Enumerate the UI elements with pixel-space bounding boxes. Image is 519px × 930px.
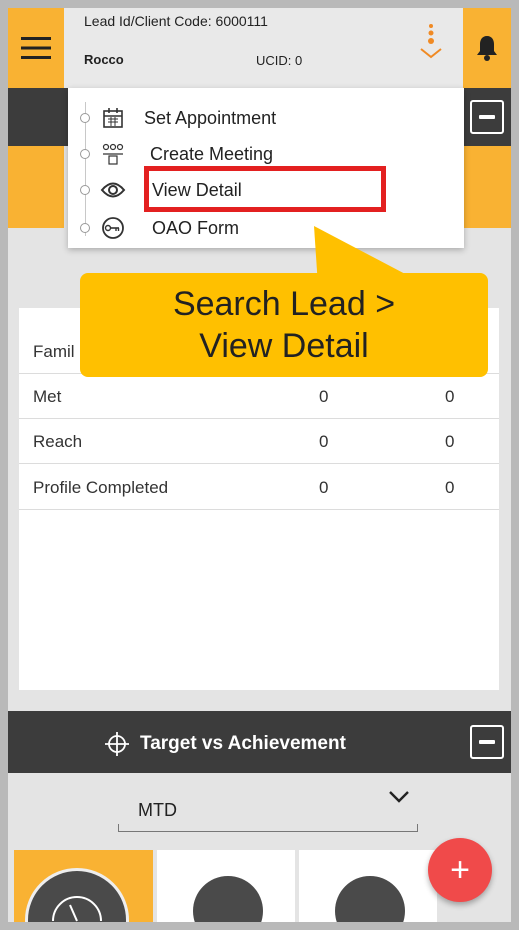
more-options-button[interactable] (418, 22, 444, 67)
menu-item-set-appointment[interactable]: Set Appointment (68, 100, 464, 136)
timeline-dot (80, 113, 90, 123)
row-value: 0 (445, 478, 455, 497)
row-label: Reach (33, 432, 83, 451)
row-label: Profile Completed (33, 478, 169, 497)
ucid-label: UCID: 0 (256, 53, 303, 68)
tile-3[interactable] (299, 850, 437, 922)
hamburger-icon (21, 37, 51, 59)
menu-item-label: OAO Form (152, 217, 240, 238)
tile-icon (193, 876, 263, 922)
calendar-icon (100, 105, 126, 131)
row-value: 0 (445, 432, 455, 451)
menu-item-label: Set Appointment (144, 107, 277, 128)
callout-line-1: Search Lead > (172, 285, 396, 323)
minus-icon (479, 740, 495, 744)
minus-icon (479, 115, 495, 119)
select-underline (118, 824, 418, 832)
bell-icon (477, 36, 497, 61)
timeline-dot (80, 185, 90, 195)
row-value: 0 (319, 432, 329, 451)
highlight-box (144, 166, 386, 212)
row-value: 0 (319, 387, 329, 406)
lead-actions-menu: Set Appointment Create Meeting View Deta… (68, 88, 464, 248)
target-collapse-button[interactable] (470, 725, 504, 759)
callout-line-2: View Detail (199, 327, 369, 365)
timeline-dot (80, 223, 90, 233)
app-header: Lead Id/Client Code: 6000111 Rocco UCID:… (8, 8, 511, 88)
plus-icon: + (450, 850, 470, 889)
period-select-value: MTD (138, 800, 177, 820)
lead-id-label: Lead Id/Client Code: 6000111 (84, 13, 268, 29)
hamburger-menu-button[interactable] (8, 8, 64, 88)
collapse-button[interactable] (470, 100, 504, 134)
dots-chevron-icon (420, 24, 442, 59)
row-value: 0 (445, 387, 455, 406)
client-name: Rocco (84, 52, 124, 67)
target-title-label: Target vs Achievement (140, 733, 346, 754)
notifications-button[interactable] (463, 8, 511, 88)
period-select[interactable]: MTD (118, 776, 418, 832)
row-value: 0 (319, 478, 329, 497)
table-row: Reach 0 0 (19, 420, 499, 464)
timeline-dot (80, 149, 90, 159)
tutorial-callout: Search Lead > View Detail (80, 273, 488, 377)
row-label: Met (33, 387, 62, 406)
tile-2[interactable] (157, 850, 295, 922)
people-group-icon (100, 141, 126, 167)
menu-item-label: Create Meeting (150, 143, 274, 164)
target-section-header: Target vs Achievement (8, 711, 511, 773)
crosshair-icon (105, 732, 129, 756)
tab-strip-right (463, 146, 511, 228)
tile-icon (335, 876, 405, 922)
add-fab-button[interactable]: + (428, 838, 492, 902)
tab-strip-left (8, 146, 64, 228)
table-row: Profile Completed 0 0 (19, 466, 499, 510)
target-title: Target vs Achievement (104, 731, 346, 757)
key-icon (100, 215, 126, 241)
row-label: Famil (33, 342, 75, 361)
table-row: Met 0 0 (19, 375, 499, 419)
speedometer-icon (25, 868, 129, 922)
eye-icon (100, 177, 126, 203)
chevron-down-icon (389, 791, 409, 803)
app-screen: Lead Id/Client Code: 6000111 Rocco UCID:… (8, 8, 511, 922)
